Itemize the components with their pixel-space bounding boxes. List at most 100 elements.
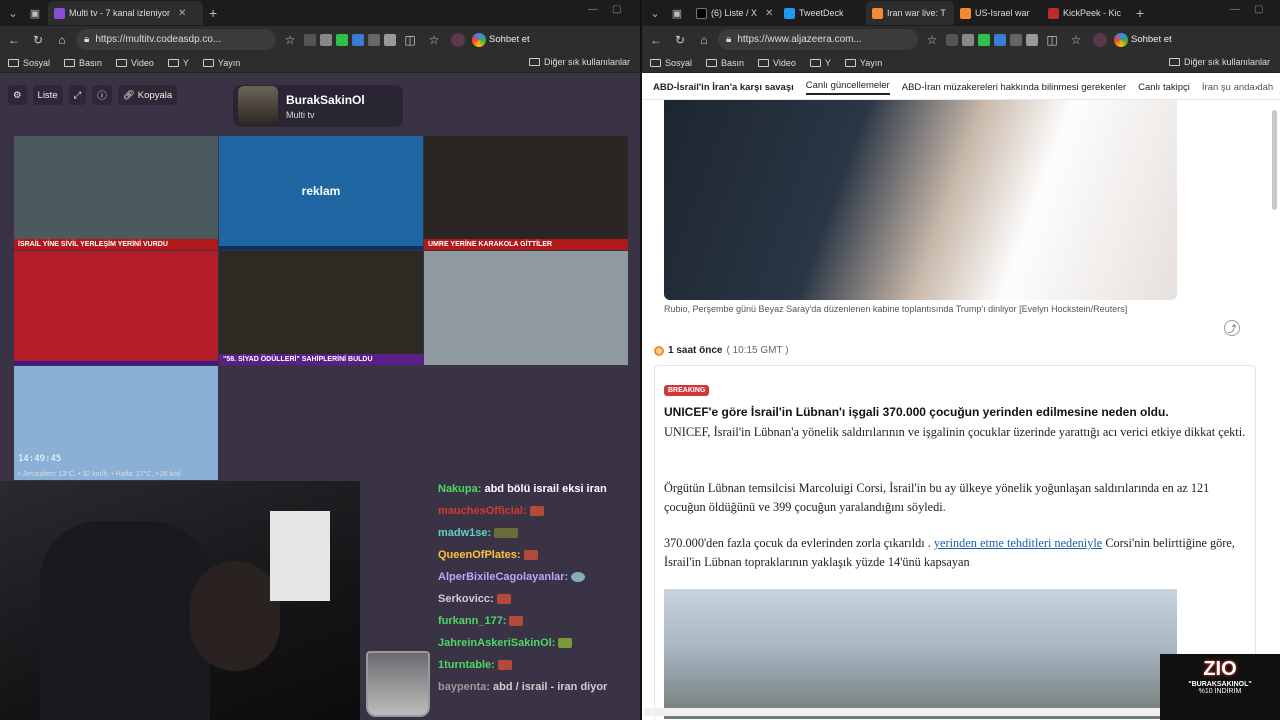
new-tab-button[interactable]: + (1136, 5, 1144, 21)
displacement-link[interactable]: yerinden etme tehditleri nedeniyle (934, 536, 1102, 550)
tab-iran-war-live[interactable]: Iran war live: T (866, 1, 954, 25)
chat-username[interactable]: mauchesOfficial: (438, 505, 527, 517)
bookmark-basin[interactable]: Basın (706, 58, 744, 68)
chat-username[interactable]: Serkovicc: (438, 593, 494, 605)
split-screen-icon[interactable]: ◫ (400, 30, 420, 50)
bookmark-sosyal[interactable]: Sosyal (650, 58, 692, 68)
bookmark-y[interactable]: Y (809, 58, 831, 68)
tab-kickpeek[interactable]: KickPeek - Kic ✕ (1042, 1, 1130, 25)
back-icon[interactable]: ← (646, 30, 666, 50)
video-tile[interactable]: reklam (219, 136, 423, 250)
chat-username[interactable]: Nakupa: (438, 483, 481, 495)
emote-icon (529, 506, 544, 517)
chat-username[interactable]: AlperBixileCagolayanlar: (438, 571, 568, 583)
tab-x-list[interactable]: (6) Liste / X ✕ (690, 1, 778, 25)
home-icon[interactable]: ⌂ (694, 30, 714, 50)
topic-link[interactable]: Canlı güncellemeler (805, 80, 890, 95)
video-tile[interactable]: UMRE YERİNE KARAKOLA GİTTİLER (424, 136, 628, 250)
refresh-icon[interactable]: ↻ (670, 30, 690, 50)
tab-menu-icon[interactable]: ⌄ (646, 4, 664, 22)
video-tile[interactable] (14, 251, 218, 365)
extension-icon[interactable] (320, 33, 332, 46)
video-tile[interactable] (424, 251, 628, 365)
favorites-icon[interactable]: ☆ (424, 30, 444, 50)
chat-username[interactable]: JahreinAskeriSakinOl: (438, 637, 555, 649)
topic-title[interactable]: ABD-İsrail'in İran'a karşı savaşı (653, 82, 794, 93)
maximize-icon[interactable]: ▢ (1254, 4, 1263, 15)
other-bookmarks[interactable]: Diğer sık kullanılanlar (528, 57, 630, 67)
tab-us-israel-war[interactable]: US-Israel war (954, 1, 1042, 25)
vertical-scrollbar[interactable] (1272, 110, 1277, 210)
avatar[interactable] (448, 30, 468, 50)
topic-link[interactable]: ABD-İran müzakereleri hakkında bilinmesi… (902, 82, 1126, 93)
extension-icon[interactable] (946, 33, 958, 46)
share-icon[interactable]: ⤴ (1224, 320, 1240, 336)
bookmark-yayin[interactable]: Yayın (202, 58, 240, 68)
minimize-icon[interactable]: — (588, 4, 598, 15)
chat-username[interactable]: QueenOfPlates: (438, 549, 521, 561)
address-bar[interactable]: 🔒︎ https://multitv.codeasdp.co... (76, 29, 276, 50)
fullscreen-button[interactable]: ⤢ (68, 85, 87, 105)
lock-icon: 🔒︎ (726, 34, 732, 45)
copy-button[interactable]: 🔗︎ Kopyala (117, 85, 178, 105)
chat-username[interactable]: baypenta: (438, 681, 490, 693)
back-icon[interactable]: ← (4, 30, 24, 50)
chat-message: JahreinAskeriSakinOl: (438, 635, 638, 651)
extension-icon[interactable] (352, 33, 364, 46)
other-bookmarks[interactable]: Diğer sık kullanılanlar (1168, 57, 1270, 67)
extension-icon[interactable] (1010, 33, 1022, 46)
workspaces-icon[interactable]: ▣ (26, 4, 44, 22)
video-tile[interactable]: İSRAİL YİNE SİVİL YERLEŞİM YERİNİ VURDU (14, 136, 218, 250)
video-caption (219, 246, 423, 250)
list-button[interactable]: Liste (32, 85, 63, 105)
bookmarks-bar: Sosyal Basın Video Y Yayın Diğer sık kul… (0, 53, 640, 73)
bookmark-basin[interactable]: Basın (64, 58, 102, 68)
extension-icon[interactable] (304, 33, 316, 46)
bookmark-video[interactable]: Video (758, 58, 796, 68)
favorite-star-icon[interactable]: ☆ (280, 30, 300, 50)
copilot-chat-button[interactable]: Sohbet et (1114, 32, 1172, 47)
extension-icon[interactable] (994, 33, 1006, 46)
chevron-right-icon[interactable]: › (1255, 82, 1258, 93)
copilot-chat-button[interactable]: Sohbet et (472, 32, 530, 47)
home-icon[interactable]: ⌂ (52, 30, 72, 50)
settings-button[interactable]: ⚙ (8, 85, 27, 105)
address-bar[interactable]: 🔒︎ https://www.aljazeera.com... (718, 29, 918, 50)
close-tab-icon[interactable]: ✕ (178, 8, 186, 19)
video-caption: UMRE YERİNE KARAKOLA GİTTİLER (424, 239, 628, 250)
close-tab-icon[interactable]: ✕ (765, 8, 773, 19)
tab-tweetdeck[interactable]: TweetDeck (778, 1, 866, 25)
workspaces-icon[interactable]: ▣ (668, 4, 686, 22)
favorites-icon[interactable]: ☆ (1066, 30, 1086, 50)
channel-card[interactable]: BurakSakinOl Multi tv (233, 85, 403, 127)
bookmark-yayin[interactable]: Yayın (844, 58, 882, 68)
new-tab-button[interactable]: + (209, 5, 217, 21)
minimize-icon[interactable]: — (1230, 4, 1240, 15)
bookmark-video[interactable]: Video (116, 58, 154, 68)
topic-link[interactable]: İran şu anda dah (1202, 82, 1273, 93)
chat-username[interactable]: 1turntable: (438, 659, 495, 671)
extension-icon[interactable] (978, 33, 990, 46)
tab-multitv[interactable]: Multi tv - 7 kanal izleniyor ✕ (48, 1, 203, 25)
bookmark-y[interactable]: Y (167, 58, 189, 68)
video-tile[interactable]: "58. SİYAD ÖDÜLLERİ" SAHİPLERİNİ BULDU (219, 251, 423, 365)
favorite-star-icon[interactable]: ☆ (922, 30, 942, 50)
chat-username[interactable]: furkann_177: (438, 615, 506, 627)
avatar[interactable] (1090, 30, 1110, 50)
tab-menu-icon[interactable]: ⌄ (4, 4, 22, 22)
video-tile[interactable]: 14:49:45 • Jerusalem: 13°C, • 32 km/h, •… (14, 366, 218, 480)
extension-icon[interactable] (336, 33, 348, 46)
chat-label: Sohbet et (1131, 34, 1172, 45)
maximize-icon[interactable]: ▢ (612, 4, 621, 15)
extension-icon[interactable] (384, 33, 396, 46)
refresh-icon[interactable]: ↻ (28, 30, 48, 50)
extension-icon[interactable] (368, 33, 380, 46)
close-tab-icon[interactable]: ✕ (1129, 8, 1130, 19)
bookmark-sosyal[interactable]: Sosyal (8, 58, 50, 68)
chat-username[interactable]: madw1se: (438, 527, 491, 539)
info-button[interactable]: ⓘ (92, 85, 112, 105)
extension-icon[interactable] (962, 33, 974, 46)
topic-link[interactable]: Canlı takipçi (1138, 82, 1190, 93)
split-screen-icon[interactable]: ◫ (1042, 30, 1062, 50)
extension-icon[interactable] (1026, 33, 1038, 46)
